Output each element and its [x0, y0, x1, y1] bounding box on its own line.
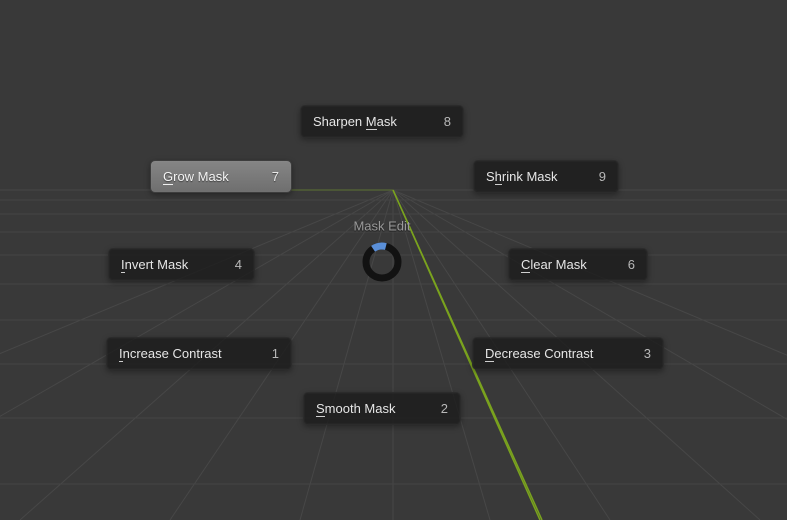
pie-item-smooth-mask[interactable]: Smooth Mask 2	[303, 392, 461, 425]
pie-item-grow-mask[interactable]: Grow Mask 7	[150, 160, 292, 193]
pie-item-label: Clear Mask	[521, 257, 606, 272]
pie-menu-ring-icon	[360, 240, 404, 284]
pie-item-shortcut: 3	[644, 346, 651, 361]
pie-item-shortcut: 9	[599, 169, 606, 184]
pie-item-shortcut: 6	[628, 257, 635, 272]
pie-menu-title: Mask Edit	[353, 219, 410, 234]
pie-item-label: Smooth Mask	[316, 401, 419, 416]
pie-item-shortcut: 8	[444, 114, 451, 129]
pie-item-label: Shrink Mask	[486, 169, 577, 184]
pie-item-increase-contrast[interactable]: Increase Contrast 1	[106, 337, 292, 370]
pie-item-label: Increase Contrast	[119, 346, 250, 361]
pie-item-shrink-mask[interactable]: Shrink Mask 9	[473, 160, 619, 193]
pie-item-shortcut: 2	[441, 401, 448, 416]
pie-item-shortcut: 1	[272, 346, 279, 361]
pie-item-sharpen-mask[interactable]: Sharpen Mask 8	[300, 105, 464, 138]
pie-item-shortcut: 4	[235, 257, 242, 272]
viewport-3d[interactable]: Mask Edit Grow Mask 7 Sharpen Mask 8 Shrink …	[0, 0, 787, 520]
pie-item-label: Grow Mask	[163, 169, 250, 184]
pie-item-label: Invert Mask	[121, 257, 213, 272]
pie-item-clear-mask[interactable]: Clear Mask 6	[508, 248, 648, 281]
pie-item-label: Sharpen Mask	[313, 114, 422, 129]
pie-item-label: Decrease Contrast	[485, 346, 622, 361]
pie-item-decrease-contrast[interactable]: Decrease Contrast 3	[472, 337, 664, 370]
pie-item-invert-mask[interactable]: Invert Mask 4	[108, 248, 255, 281]
pie-item-shortcut: 7	[272, 169, 279, 184]
